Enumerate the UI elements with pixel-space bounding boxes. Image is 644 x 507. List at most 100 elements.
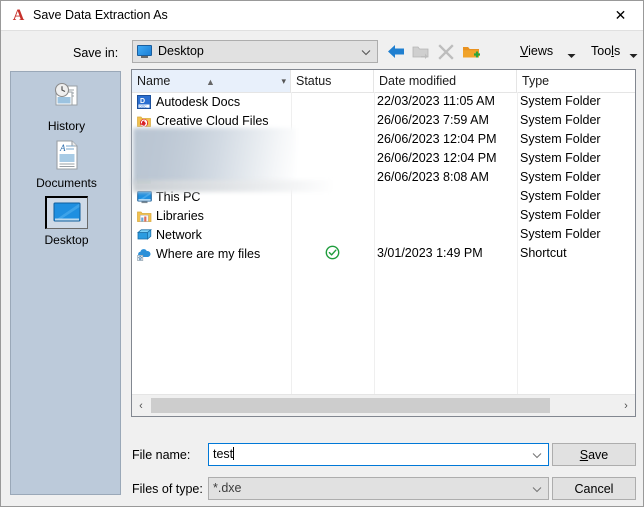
save-in-value: Desktop [158,44,204,58]
type-cell: System Folder [520,189,601,203]
file-name: Libraries [156,208,204,223]
save-in-combobox[interactable]: Desktop [132,40,378,63]
creative-cloud-icon [136,113,152,129]
status-cell [291,168,374,187]
date-modified-cell: 26/06/2023 12:04 PM [377,151,497,165]
chevron-down-icon [361,49,371,55]
network-icon [136,227,152,243]
chevron-down-icon[interactable]: ▾ [281,70,286,92]
sidebar-item-label: Desktop [44,233,89,247]
file-list: Name ▲ ▾ Status Date modified Type D DOC… [131,69,636,417]
scroll-left-icon[interactable]: ‹ [132,395,150,416]
file-name-cell[interactable] [132,149,291,168]
file-name-input[interactable]: test [208,443,549,466]
close-icon[interactable]: ✕ [598,1,643,30]
type-cell: System Folder [520,94,601,108]
file-name-cell[interactable]: This PC [132,187,291,206]
status-cell [291,111,374,130]
sidebar-item-label: Documents [36,176,97,190]
save-data-extraction-dialog: A Save Data Extraction As ✕ Save in: Des… [0,0,644,507]
date-modified-cell [374,206,517,225]
date-modified-cell: 3/01/2023 1:49 PM [377,246,483,260]
table-row[interactable]: 26/06/2023 8:08 AM System Folder [132,168,635,187]
file-name-cell[interactable] [132,130,291,149]
files-of-type-label: Files of type: [132,482,203,496]
table-row[interactable]: 26/06/2023 12:04 PM System Folder [132,130,635,149]
text-caret [233,447,235,460]
file-name: Network [156,227,202,242]
column-header-name[interactable]: Name ▲ ▾ [132,70,291,92]
save-in-label: Save in: [73,46,119,60]
date-modified-cell: 26/06/2023 7:59 AM [377,113,489,127]
horizontal-scrollbar[interactable]: ‹ › [132,394,635,416]
file-name-cell[interactable]: D DOC Autodesk Docs [132,92,291,111]
views-menu[interactable]: Views [520,44,553,58]
scroll-right-icon[interactable]: › [617,395,635,416]
file-list-header: Name ▲ ▾ Status Date modified Type [132,70,635,93]
save-button[interactable]: Save [552,443,636,466]
status-cell [291,92,374,111]
file-name-cell[interactable]: Creative Cloud Files [132,111,291,130]
table-row[interactable]: Where are my files 3/01/2023 1:49 PM Sho… [132,244,635,263]
sidebar-item-history[interactable]: History [11,80,122,133]
scrollbar-thumb[interactable] [151,398,550,413]
file-list-rows: D DOC Autodesk Docs 22/03/2023 11:05 AM … [132,92,635,395]
files-of-type-select[interactable]: *.dxe [208,477,549,500]
status-cell [291,149,374,168]
desktop-icon [11,194,122,230]
file-name-value: test [213,447,235,461]
libraries-icon [136,208,152,224]
delete-button[interactable] [434,40,458,63]
new-folder-button[interactable] [459,40,483,63]
folder-icon [136,151,152,167]
views-chevron-down-icon[interactable] [567,48,576,58]
tools-menu[interactable]: Tools [591,44,620,58]
sidebar-item-documents[interactable]: A Documents [11,137,122,190]
column-header-type[interactable]: Type [517,70,635,92]
type-cell: System Folder [520,132,601,146]
files-of-type-value: *.dxe [213,481,242,495]
file-name: Autodesk Docs [156,94,241,109]
file-name-cell[interactable]: Where are my files [132,244,291,263]
sidebar-item-desktop[interactable]: Desktop [11,194,122,247]
history-icon [11,80,122,116]
sort-ascending-icon: ▲ [206,77,215,87]
type-cell: System Folder [520,170,601,184]
chevron-down-icon[interactable] [532,452,542,458]
synced-check-icon [325,245,340,263]
documents-icon: A [11,137,122,173]
column-header-status[interactable]: Status [291,70,374,92]
tools-chevron-down-icon[interactable] [629,48,638,58]
table-row[interactable]: 26/06/2023 12:04 PM System Folder [132,149,635,168]
table-row[interactable]: Network System Folder [132,225,635,244]
file-name: This PC [156,189,201,204]
table-row[interactable]: Libraries System Folder [132,206,635,225]
file-name-cell[interactable]: Libraries [132,206,291,225]
desktop-icon [137,45,152,58]
up-one-level-button[interactable] [409,40,433,63]
this-pc-icon [136,189,152,205]
folder-icon [136,132,152,148]
chevron-down-icon[interactable] [532,486,542,492]
file-name-cell[interactable] [132,168,291,187]
date-modified-cell [374,187,517,206]
folder-icon [136,170,152,186]
date-modified-cell: 26/06/2023 8:08 AM [377,170,489,184]
file-name-cell[interactable]: Network [132,225,291,244]
table-row[interactable]: This PC System Folder [132,187,635,206]
cancel-button[interactable]: Cancel [552,477,636,500]
file-name: Creative Cloud Files [156,113,269,128]
type-cell: System Folder [520,113,601,127]
column-header-date-modified[interactable]: Date modified [374,70,517,92]
table-row[interactable]: Creative Cloud Files 26/06/2023 7:59 AM … [132,111,635,130]
date-modified-cell: 22/03/2023 11:05 AM [377,94,495,108]
status-cell [291,206,374,225]
status-cell [291,187,374,206]
type-cell: System Folder [520,227,601,241]
status-cell [291,244,374,263]
back-button[interactable] [384,40,408,63]
window-title: Save Data Extraction As [33,8,168,22]
svg-text:DOC: DOC [140,104,148,108]
table-row[interactable]: D DOC Autodesk Docs 22/03/2023 11:05 AM … [132,92,635,111]
type-cell: Shortcut [520,246,567,260]
